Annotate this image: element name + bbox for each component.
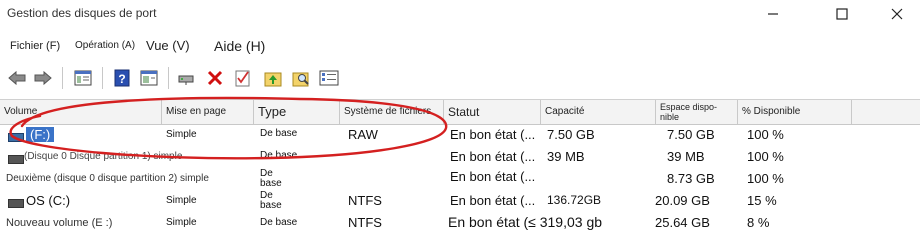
free-space-cell: 25.64 GB <box>655 215 710 230</box>
delete-icon <box>207 70 223 86</box>
table-row[interactable]: (Disque 0 Disque partition 1) simple De … <box>0 147 920 169</box>
volume-name: OS (C:) <box>26 193 71 208</box>
free-space-cell: 8.73 GB <box>667 171 715 186</box>
svg-text:?: ? <box>118 72 125 86</box>
column-header-free-space[interactable]: Espace dispo- nible <box>656 100 738 124</box>
volume-name: Deuxième (disque 0 disque partition 2) s… <box>6 173 209 184</box>
column-header-filesystem[interactable]: Système de fichiers <box>340 100 444 124</box>
type-cell: De base <box>260 128 298 139</box>
search-folder-icon <box>292 72 309 87</box>
filesystem-cell: NTFS <box>348 193 382 208</box>
status-cell: En bon état (≤ 319,03 gb <box>448 214 603 230</box>
close-icon <box>891 8 903 20</box>
percent-free-cell: 100 % <box>747 127 784 142</box>
column-header-status[interactable]: Statut <box>444 100 541 124</box>
check-button[interactable] <box>232 67 254 89</box>
percent-free-cell: 100 % <box>747 171 784 186</box>
help-icon: ? <box>114 69 130 87</box>
back-button[interactable] <box>6 67 28 89</box>
status-cell: En bon état (... <box>450 127 536 142</box>
toolbar-separator <box>102 67 103 89</box>
menu-bar: Fichier (F) Opération (A) Vue (V) Aide (… <box>0 36 920 58</box>
disk-icon <box>8 199 24 208</box>
console-tree-icon <box>74 70 92 86</box>
free-space-cell: 7.50 GB <box>667 127 715 142</box>
forward-button[interactable] <box>32 67 54 89</box>
column-header-capacity[interactable]: Capacité <box>541 100 656 124</box>
menu-file[interactable]: Fichier (F) <box>10 40 60 52</box>
column-header-percent-free[interactable]: % Disponible <box>738 100 852 124</box>
filesystem-cell: NTFS <box>348 215 382 230</box>
check-icon <box>235 70 250 87</box>
delete-button[interactable] <box>204 67 226 89</box>
list-header: Volume Mise en page Type Système de fich… <box>0 99 920 125</box>
connect-drive-icon <box>178 75 194 85</box>
type-cell: De base <box>260 217 298 228</box>
type-cell: De base <box>260 168 282 189</box>
free-space-cell: 20.09 GB <box>655 193 710 208</box>
console-tree-button[interactable] <box>72 67 94 89</box>
forward-icon <box>34 70 52 86</box>
window-title: Gestion des disques de port <box>7 6 157 20</box>
volume-name: (F:) <box>26 127 55 142</box>
connect-drive-button[interactable] <box>176 67 198 89</box>
status-cell: En bon état (... <box>450 149 536 164</box>
capacity-cell: 7.50 GB <box>547 127 595 142</box>
status-cell: En bon état (... <box>450 169 536 184</box>
close-button[interactable] <box>874 0 920 28</box>
filesystem-cell: RAW <box>348 127 378 142</box>
table-row[interactable]: OS (C:) Simple De base NTFS En bon état … <box>0 191 920 213</box>
volume-name: Nouveau volume (E :) <box>6 217 113 229</box>
layout-cell: Simple <box>166 195 197 206</box>
list-view-button[interactable] <box>318 67 340 89</box>
disk-icon <box>8 133 24 142</box>
disk-icon <box>8 155 24 164</box>
search-folder-button[interactable] <box>290 67 312 89</box>
menu-help[interactable]: Aide (H) <box>214 38 265 54</box>
properties-icon <box>140 70 158 86</box>
maximize-icon <box>836 8 848 20</box>
column-header-volume[interactable]: Volume <box>0 100 162 124</box>
title-bar: Gestion des disques de port <box>0 0 920 30</box>
percent-free-cell: 15 % <box>747 193 777 208</box>
percent-free-cell: 100 % <box>747 149 784 164</box>
up-folder-button[interactable] <box>262 67 284 89</box>
back-icon <box>8 70 26 86</box>
menu-view[interactable]: Vue (V) <box>146 38 190 53</box>
column-header-layout[interactable]: Mise en page <box>162 100 254 124</box>
percent-free-cell: 8 % <box>747 215 770 230</box>
minimize-icon <box>768 13 778 15</box>
table-row[interactable]: Deuxième (disque 0 disque partition 2) s… <box>0 169 920 191</box>
volume-name: (Disque 0 Disque partition 1) simple <box>24 151 183 162</box>
capacity-cell: 39 MB <box>547 149 585 164</box>
toolbar-separator <box>62 67 63 89</box>
menu-operation[interactable]: Opération (A) <box>75 40 135 51</box>
free-space-cell: 39 MB <box>667 149 705 164</box>
up-folder-icon <box>264 72 282 87</box>
layout-cell: Simple <box>166 217 197 228</box>
help-button[interactable]: ? <box>111 67 133 89</box>
type-cell: De base <box>260 190 282 211</box>
properties-button[interactable] <box>138 67 160 89</box>
list-view-icon <box>319 70 339 86</box>
volume-list: Volume Mise en page Type Système de fich… <box>0 99 920 234</box>
table-row[interactable]: (F:) Simple De base RAW En bon état (...… <box>0 125 920 147</box>
table-row[interactable]: Nouveau volume (E :) Simple De base NTFS… <box>0 213 920 235</box>
type-cell: De base <box>260 150 298 161</box>
capacity-cell: 136.72GB <box>547 193 602 207</box>
column-header-type[interactable]: Type <box>254 100 340 124</box>
maximize-button[interactable] <box>819 0 865 28</box>
status-cell: En bon état (... <box>450 193 536 208</box>
minimize-button[interactable] <box>750 0 796 28</box>
toolbar-separator <box>168 67 169 89</box>
toolbar: ? <box>0 62 920 92</box>
layout-cell: Simple <box>166 129 197 140</box>
